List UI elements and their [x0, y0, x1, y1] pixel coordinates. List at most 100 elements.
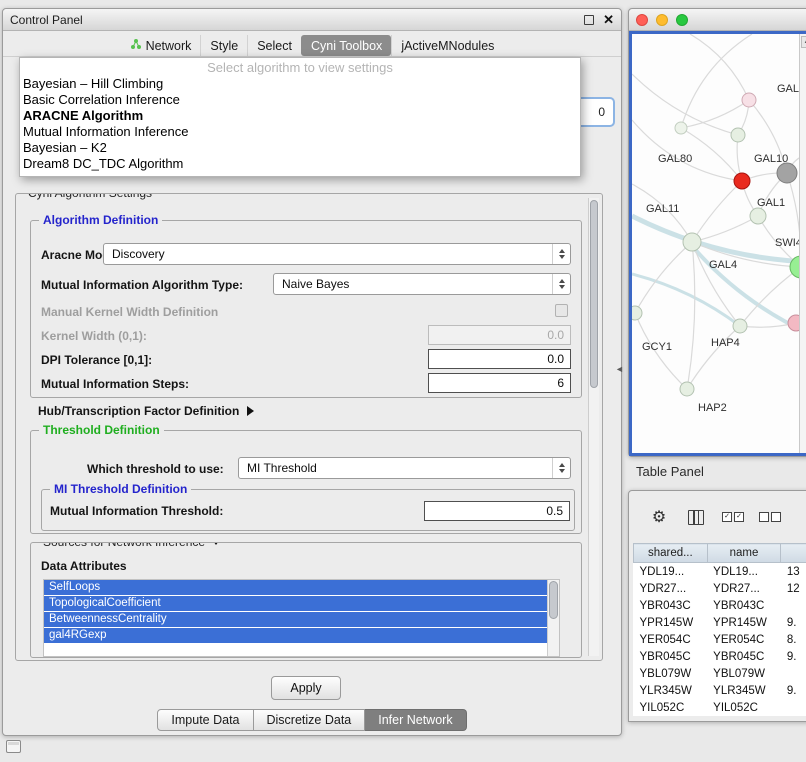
close-window-icon[interactable]: ✕ [603, 13, 614, 26]
network-node[interactable] [632, 306, 642, 320]
table-row[interactable]: YPR145WYPR145W9. [634, 614, 806, 631]
threshold-definition-title: Threshold Definition [39, 423, 164, 437]
which-threshold-value: MI Threshold [247, 461, 317, 475]
control-panel-window: Control Panel ✕ NetworkStyleSelectCyni T… [2, 8, 622, 736]
collapse-arrow-icon [211, 542, 221, 545]
network-node[interactable] [733, 319, 747, 333]
table-row[interactable]: YLR345WYLR345W9. [634, 682, 806, 699]
mi-type-combo[interactable]: Naive Bayes [273, 273, 571, 295]
settings-scrollbar-track[interactable] [588, 198, 599, 656]
network-edge[interactable] [687, 326, 740, 389]
select-columns-icon[interactable]: ✓✓ [721, 506, 745, 528]
tab-jactivemnodules[interactable]: jActiveMNodules [391, 35, 503, 56]
attribute-item-gal4rgexp[interactable]: gal4RGexp [44, 628, 547, 643]
scroll-up-arrow-icon[interactable]: ▲ [801, 36, 806, 48]
table-row[interactable]: YER054CYER054C8. [634, 631, 806, 648]
network-node-label: HAP2 [698, 402, 727, 414]
mi-threshold-label: Mutual Information Threshold: [50, 504, 223, 518]
tab-label: jActiveMNodules [401, 39, 494, 53]
network-node[interactable] [680, 382, 694, 396]
network-node[interactable] [750, 208, 766, 224]
sources-group-title[interactable]: Sources for Network Inference [39, 542, 225, 549]
attribute-item-betweennesscentrality[interactable]: BetweennessCentrality [44, 612, 547, 627]
tab-infer-network[interactable]: Infer Network [365, 709, 466, 731]
table-cell: YLR345W [634, 682, 708, 699]
combo-arrows-icon [552, 274, 570, 294]
select-columns-icon: ✓✓ [722, 512, 744, 522]
network-edge[interactable] [687, 242, 695, 389]
mi-threshold-field[interactable]: 0.5 [424, 501, 570, 521]
mi-threshold-group-title: MI Threshold Definition [50, 482, 191, 496]
settings-scrollbar-thumb[interactable] [590, 200, 598, 388]
show-columns-icon[interactable] [684, 506, 708, 528]
mac-zoom-button[interactable] [676, 14, 688, 26]
column-header-shared[interactable]: shared... [634, 544, 708, 563]
table-cell: YPR145W [707, 614, 781, 631]
network-edge[interactable] [692, 216, 758, 242]
algorithm-option-dream8-dc-tdc-algorithm[interactable]: Dream8 DC_TDC Algorithm [20, 156, 580, 172]
network-node-label: GAL [777, 83, 799, 95]
mac-minimize-button[interactable] [656, 14, 668, 26]
network-vscrollbar[interactable]: ▲ [799, 34, 806, 453]
attribute-item-topologicalcoefficient[interactable]: TopologicalCoefficient [44, 596, 547, 611]
network-node[interactable] [777, 163, 797, 183]
network-canvas[interactable]: GALGAL80GAL10GAL11GAL1SWI4GAL4GCY1HAP4YH… [629, 31, 806, 456]
mi-steps-field[interactable]: 6 [428, 373, 571, 393]
network-node[interactable] [675, 122, 687, 134]
table-row[interactable]: YDL19...YDL19...13 [634, 563, 806, 581]
network-node[interactable] [683, 233, 701, 251]
algorithm-option-basic-correlation-inference[interactable]: Basic Correlation Inference [20, 92, 580, 108]
settings-gear-icon: ⚙ [652, 507, 666, 527]
control-panel-titlebar[interactable]: Control Panel ✕ [3, 9, 621, 31]
network-node-label: GAL11 [646, 203, 679, 215]
network-edge[interactable] [681, 100, 749, 128]
column-header-name[interactable]: name [707, 544, 781, 563]
network-window-titlebar[interactable] [629, 9, 806, 31]
unselect-columns-icon[interactable] [758, 506, 782, 528]
attribute-item-selfloops[interactable]: SelfLoops [44, 580, 547, 595]
tab-select[interactable]: Select [247, 35, 301, 56]
tab-cyni-toolbox[interactable]: Cyni Toolbox [301, 35, 391, 56]
table-cell: YER054C [707, 631, 781, 648]
network-node[interactable] [734, 173, 750, 189]
table-toolbar: ⚙ ✓✓ [629, 493, 806, 541]
list-scrollbar-thumb[interactable] [549, 581, 558, 619]
tab-style[interactable]: Style [200, 35, 247, 56]
apply-button[interactable]: Apply [271, 676, 341, 700]
algorithm-option-bayesian-hill-climbing[interactable]: Bayesian – Hill Climbing [20, 76, 580, 92]
table-cell: YBL079W [707, 665, 781, 682]
combo-arrows-icon [552, 244, 570, 264]
algorithm-option-mutual-information-inference[interactable]: Mutual Information Inference [20, 124, 580, 140]
unselect-columns-icon [759, 512, 781, 522]
tab-impute-data[interactable]: Impute Data [157, 709, 253, 731]
table-row[interactable]: YDR27...YDR27...12 [634, 580, 806, 597]
tab-discretize-data[interactable]: Discretize Data [254, 709, 366, 731]
which-threshold-label: Which threshold to use: [87, 462, 224, 476]
network-node[interactable] [731, 128, 745, 142]
aracne-mode-combo[interactable]: Discovery [103, 243, 571, 265]
column-header-2[interactable] [781, 544, 806, 563]
which-threshold-combo[interactable]: MI Threshold [238, 457, 571, 479]
settings-gear-icon[interactable]: ⚙ [647, 506, 671, 528]
table-row[interactable]: YBR043CYBR043C [634, 597, 806, 614]
table-row[interactable]: YBL079WYBL079W [634, 665, 806, 682]
data-attributes-label: Data Attributes [41, 559, 127, 573]
algorithm-option-aracne-algorithm[interactable]: ARACNE Algorithm [20, 108, 580, 124]
list-scrollbar-track[interactable] [547, 580, 559, 656]
table-row[interactable]: YIL052CYIL052C [634, 699, 806, 716]
network-edge[interactable] [690, 34, 749, 100]
float-window-icon[interactable] [584, 15, 594, 25]
table-cell: YPR145W [634, 614, 708, 631]
panel-splitter-handle[interactable]: ◄ [615, 364, 624, 374]
network-node[interactable] [742, 93, 756, 107]
dock-panel-icon[interactable] [6, 740, 21, 753]
hub-tf-definition-toggle[interactable]: Hub/Transcription Factor Definition [38, 402, 254, 420]
algorithm-option-bayesian-k2[interactable]: Bayesian – K2 [20, 140, 580, 156]
tab-network[interactable]: Network [121, 35, 201, 56]
network-edge[interactable] [692, 181, 742, 242]
dpi-tolerance-field[interactable]: 0.0 [428, 349, 571, 369]
mac-close-button[interactable] [636, 14, 648, 26]
table-cell: 13 [781, 563, 806, 581]
network-edge[interactable] [681, 34, 752, 128]
table-row[interactable]: YBR045CYBR045C9. [634, 648, 806, 665]
